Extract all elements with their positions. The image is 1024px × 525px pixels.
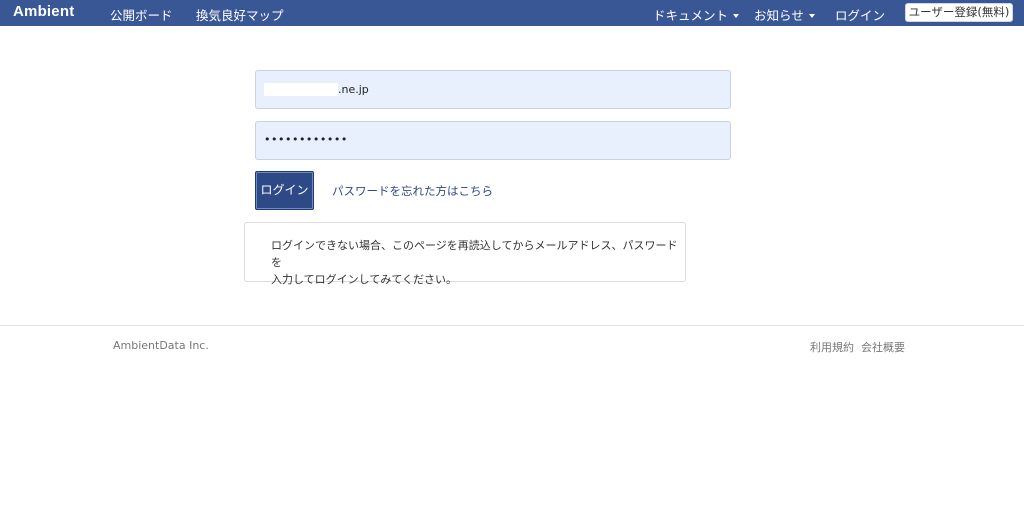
password-value: •••••••••••• <box>264 133 348 146</box>
signup-button[interactable]: ユーザー登録(無料) <box>905 3 1013 22</box>
nav-news-dropdown[interactable]: お知らせ <box>754 5 815 24</box>
footer-divider <box>0 325 1024 326</box>
redacted-email-mask <box>264 82 338 96</box>
footer-terms-link[interactable]: 利用規約 <box>810 339 854 355</box>
nav-public-boards[interactable]: 公開ボード <box>110 5 173 24</box>
nav-login-link[interactable]: ログイン <box>835 5 885 24</box>
caret-down-icon <box>808 13 815 18</box>
nav-documents-dropdown[interactable]: ドキュメント <box>653 5 740 24</box>
email-field[interactable]: .ne.jp <box>255 70 731 109</box>
notice-line: 入力してログインしてみてください。 <box>271 273 458 286</box>
email-value: .ne.jp <box>338 83 369 96</box>
brand-logo[interactable]: Ambient <box>13 3 74 20</box>
notice-line: ログインできない場合、このページを再読込してからメールアドレス、パスワードを <box>271 239 678 269</box>
footer-company-name: AmbientData Inc. <box>113 339 209 352</box>
nav-documents-label: ドキュメント <box>653 8 729 23</box>
login-button[interactable]: ログイン <box>255 171 314 210</box>
nav-news-label: お知らせ <box>754 8 804 23</box>
forgot-password-link[interactable]: パスワードを忘れた方はこちら <box>332 183 493 199</box>
footer-about-link[interactable]: 会社概要 <box>861 339 905 355</box>
nav-ventilation-map[interactable]: 換気良好マップ <box>196 5 284 24</box>
password-field[interactable]: •••••••••••• <box>255 121 731 160</box>
top-navbar: Ambient 公開ボード 換気良好マップ ドキュメント お知らせ ログイン ユ… <box>0 0 1024 26</box>
login-notice-box: ログインできない場合、このページを再読込してからメールアドレス、パスワードを 入… <box>244 222 686 286</box>
caret-down-icon <box>733 13 740 18</box>
